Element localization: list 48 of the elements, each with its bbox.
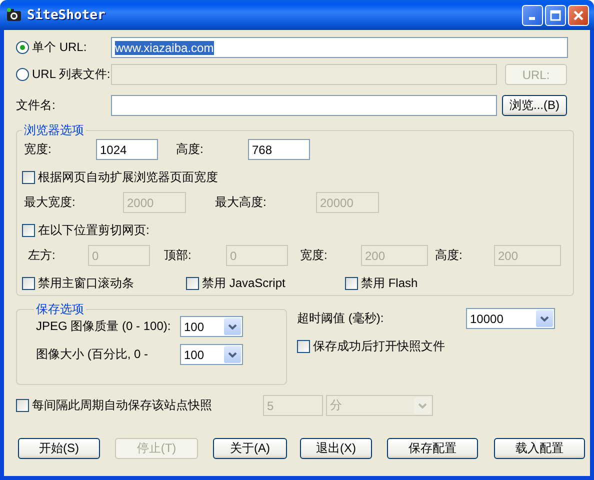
close-icon[interactable] <box>568 4 589 26</box>
field-label: 超时阈值 (毫秒): <box>297 310 385 327</box>
dropdown[interactable]: 100 <box>180 316 243 337</box>
caret-icon <box>228 324 237 330</box>
caret-icon <box>540 316 549 322</box>
field-label: 高度: <box>435 247 464 264</box>
field-label: 文件名: <box>16 97 56 114</box>
field-label: 高度: <box>176 141 204 158</box>
text-field[interactable]: 1024 <box>96 139 158 160</box>
dropdown-button[interactable] <box>536 310 553 327</box>
checkbox[interactable]: 在以下位置剪切网页: <box>22 222 150 239</box>
text-field[interactable]: 768 <box>248 139 310 160</box>
field-label: 顶部: <box>164 247 192 264</box>
dropdown[interactable]: 10000 <box>466 308 555 329</box>
checkbox[interactable]: 根据网页自动扩展浏览器页面宽度 <box>22 169 218 186</box>
button[interactable]: 保存配置 <box>387 438 478 459</box>
group-title: 保存选项 <box>35 301 85 318</box>
button[interactable]: 退出(X) <box>300 438 372 459</box>
field-label: 最大高度: <box>215 194 268 211</box>
field-label: 宽度: <box>300 247 328 264</box>
button[interactable]: 载入配置 <box>494 438 585 459</box>
group-title: 浏览器选项 <box>23 122 85 139</box>
text-field[interactable]: www.xiazaiba.com <box>111 37 568 58</box>
dropdown-button[interactable] <box>224 346 241 363</box>
minimize-icon[interactable] <box>522 4 543 26</box>
button[interactable]: 浏览...(B) <box>502 95 567 116</box>
field-label: 图像大小 (百分比, 0 - <box>36 346 150 363</box>
caret-icon <box>418 402 427 408</box>
radio-button[interactable] <box>16 41 29 54</box>
button[interactable]: 开始(S) <box>18 438 100 459</box>
text-field[interactable] <box>111 95 497 116</box>
button[interactable]: 关于(A) <box>213 438 287 459</box>
window-title: SiteShoter <box>27 8 106 22</box>
checkbox[interactable]: 禁用 Flash <box>345 275 418 292</box>
dropdown-button[interactable] <box>224 318 241 335</box>
radio-label[interactable]: 单个 URL: <box>32 39 87 56</box>
dropdown[interactable]: 100 <box>180 344 243 365</box>
field-label: 左方: <box>28 247 56 264</box>
field-label: 宽度: <box>24 141 52 158</box>
checkbox[interactable]: 禁用主窗口滚动条 <box>22 275 186 292</box>
checkbox[interactable]: 每间隔此周期自动保存该站点快照 <box>16 397 263 414</box>
maximize-icon[interactable] <box>545 4 566 26</box>
checkbox[interactable]: 禁用 JavaScript <box>186 275 345 292</box>
field-label: JPEG 图像质量 (0 - 100): <box>36 318 172 335</box>
camera-icon <box>6 7 22 23</box>
caret-icon <box>228 352 237 358</box>
field-label: 最大宽度: <box>24 194 76 211</box>
checkbox[interactable]: 保存成功后打开快照文件 <box>297 338 445 355</box>
